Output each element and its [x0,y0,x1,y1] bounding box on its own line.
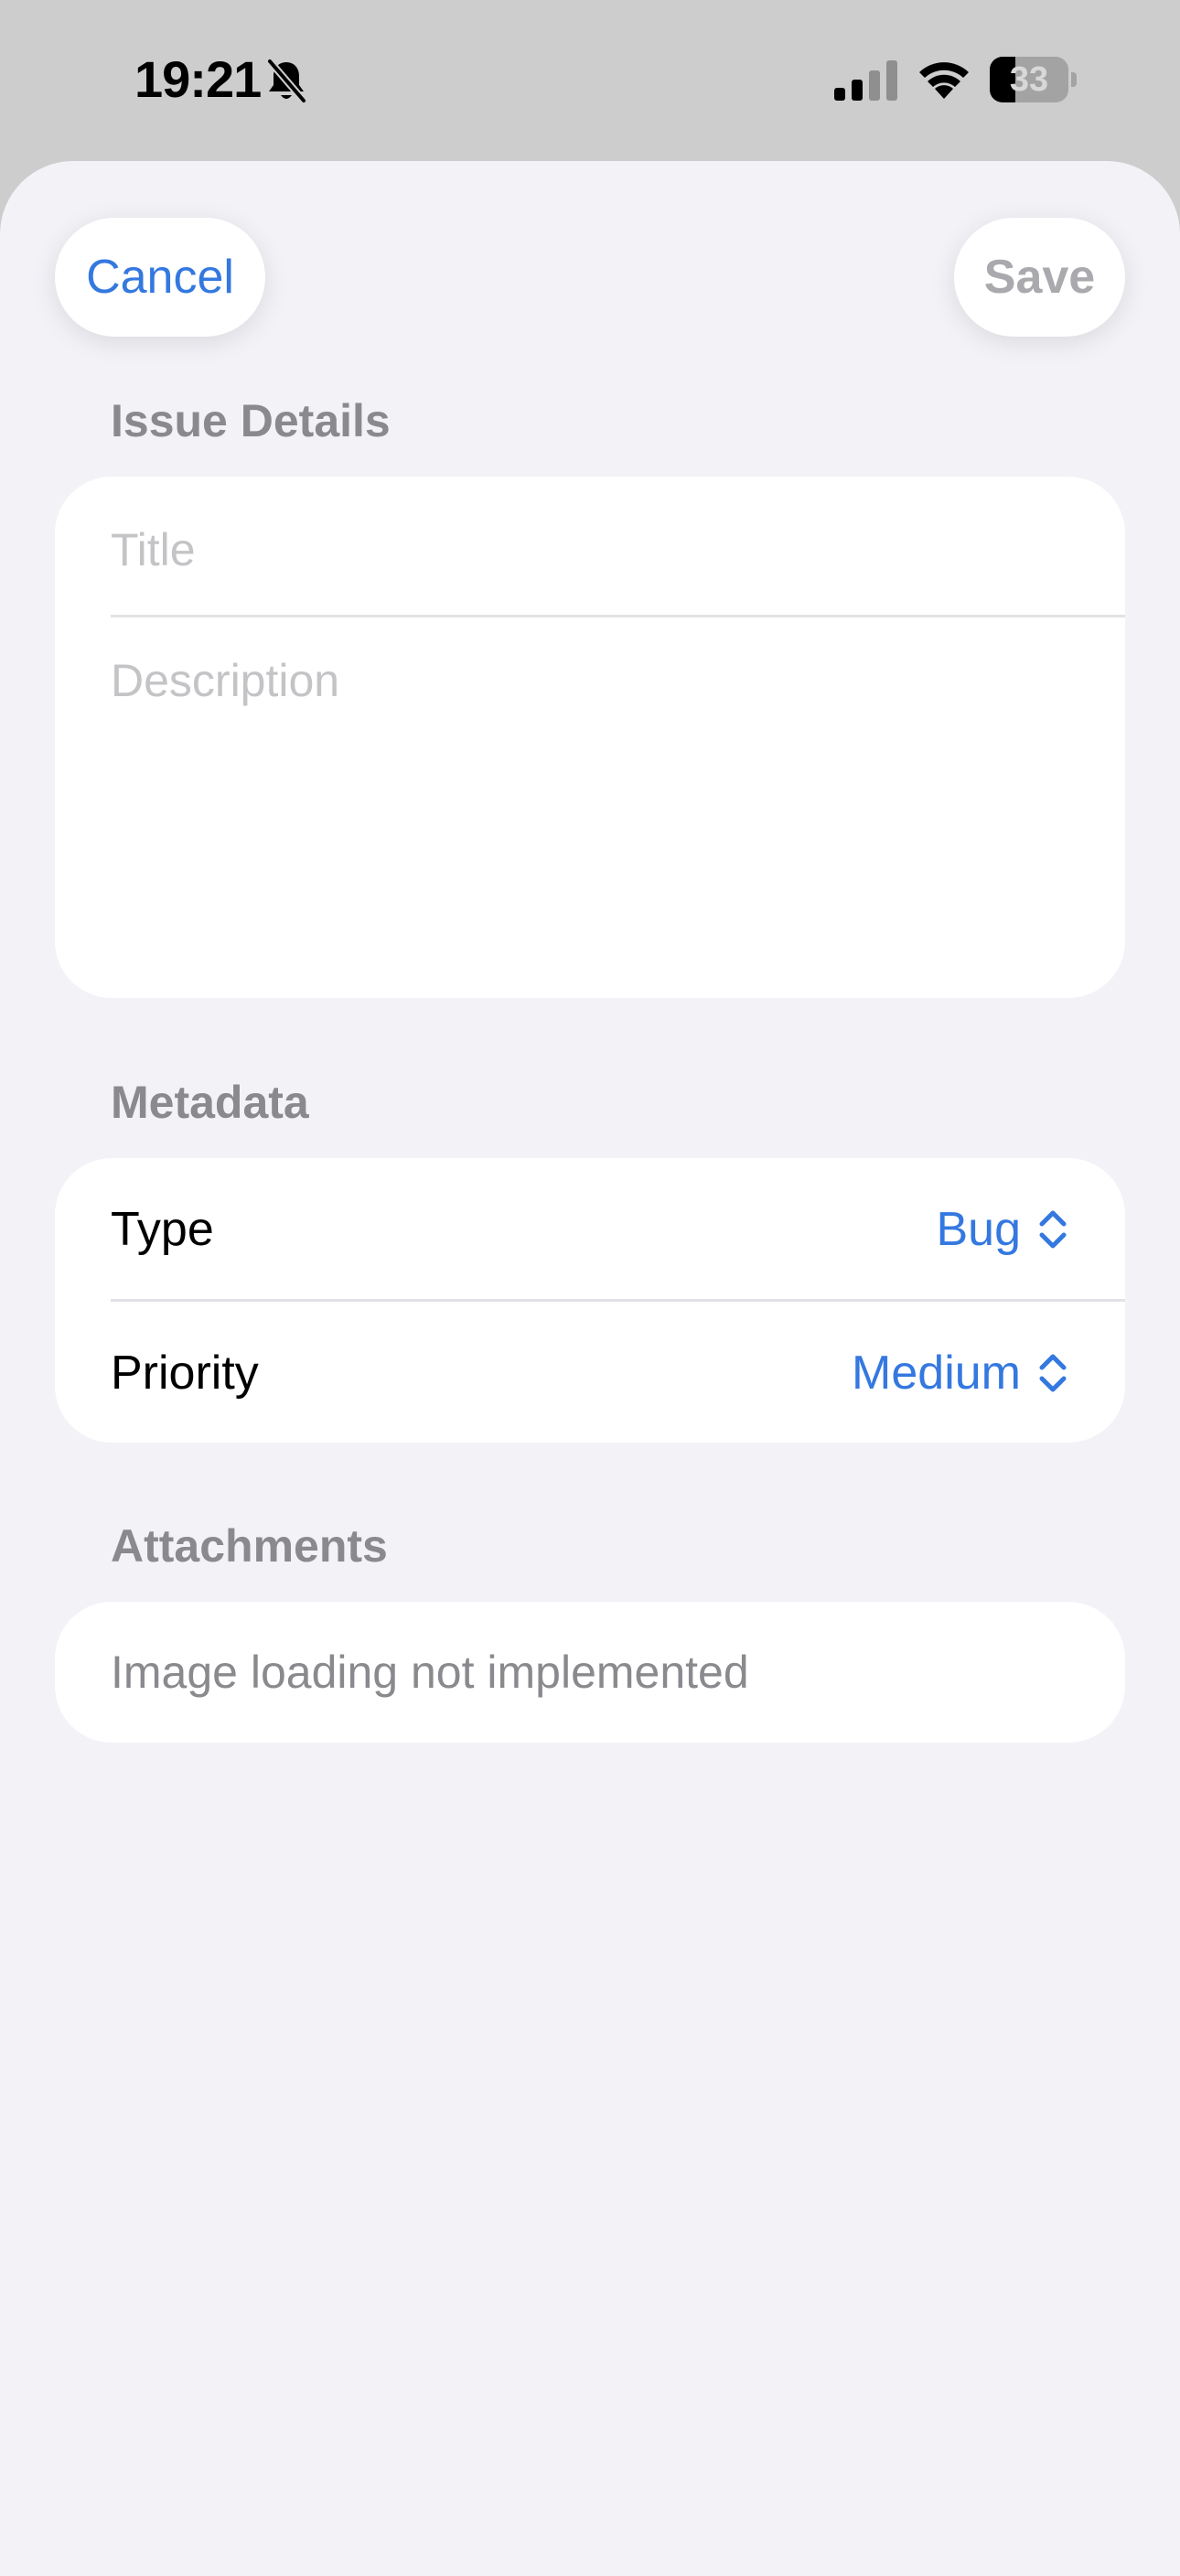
attachments-message: Image loading not implemented [111,1647,749,1698]
cellular-signal-icon [834,60,897,101]
type-value: Bug [936,1203,1021,1256]
save-button[interactable]: Save [954,218,1125,337]
chevron-up-down-icon [1039,1354,1067,1392]
battery-body: 33 [990,57,1068,102]
chevron-up-down-icon [1039,1210,1067,1249]
metadata-card: Type Bug Priority Medium [55,1158,1125,1443]
section-header-issue-details: Issue Details [111,395,391,446]
type-picker[interactable]: Bug [936,1158,1068,1301]
new-issue-sheet: Cancel Save Issue Details Metadata Type … [0,161,1180,2576]
wifi-icon [919,62,969,99]
status-time: 19:21 [134,50,262,108]
battery-level: 33 [1009,60,1049,99]
title-input[interactable] [111,513,1071,586]
priority-picker-row[interactable]: Priority Medium [55,1302,1125,1443]
section-header-attachments: Attachments [111,1520,388,1572]
priority-picker[interactable]: Medium [852,1302,1068,1443]
section-header-metadata: Metadata [111,1077,309,1128]
battery-tip [1071,72,1077,87]
issue-details-card [55,477,1125,998]
divider [111,615,1125,617]
attachments-card: Image loading not implemented [55,1602,1125,1743]
cancel-button[interactable]: Cancel [55,218,265,337]
status-bar: 19:21 33 [0,0,1180,160]
type-picker-row[interactable]: Type Bug [55,1158,1125,1301]
priority-value: Medium [852,1347,1021,1400]
type-label: Type [111,1203,214,1256]
bell-slash-icon [266,59,307,104]
priority-label: Priority [111,1347,259,1400]
battery-icon: 33 [990,57,1078,102]
description-input[interactable] [111,653,1071,964]
